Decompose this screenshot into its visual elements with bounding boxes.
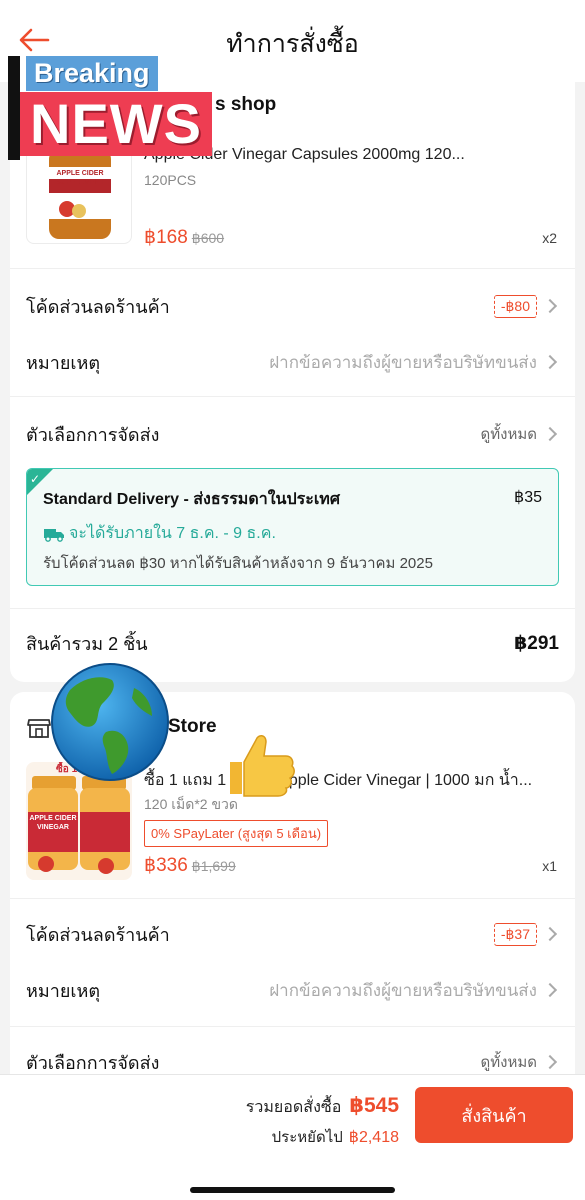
order-total-row: รวมยอดสั่งซื้อ ฿545 bbox=[246, 1093, 399, 1120]
product-quantity: x2 bbox=[542, 230, 557, 246]
shipping-label: ตัวเลือกการจัดส่ง bbox=[26, 424, 160, 445]
delivery-eta: จะได้รับภายใน 7 ธ.ค. - 9 ธ.ค. bbox=[43, 521, 276, 546]
product-image-label: APPLE CIDER SUPPLEMENT bbox=[56, 170, 104, 186]
voucher-badge: -฿80 bbox=[493, 294, 537, 318]
shop-voucher-row[interactable]: โค้ดส่วนลดร้านค้า -฿80 bbox=[26, 280, 559, 332]
thumbs-up-sticker bbox=[230, 735, 295, 797]
chevron-right-icon bbox=[542, 426, 558, 442]
product-name[interactable]: ซื้อ 1 แถม 1 Apple Cider Vinegar | 1000 ม… bbox=[144, 768, 557, 793]
shipping-option-row[interactable]: ตัวเลือกการจัดส่ง ดูทั้งหมด bbox=[26, 408, 559, 460]
shop-name: s shop bbox=[215, 94, 277, 115]
globe-sticker bbox=[51, 663, 169, 781]
savings-value: ฿2,418 bbox=[348, 1129, 399, 1146]
product-price: ฿336 bbox=[144, 855, 188, 876]
chevron-right-icon bbox=[542, 1054, 558, 1070]
product-old-price: ฿600 bbox=[191, 230, 225, 246]
delivery-option-card[interactable]: ✓ Standard Delivery - ส่งธรรมดาในประเทศ … bbox=[26, 468, 559, 586]
delivery-method: Standard Delivery - ส่งธรรมดาในประเทศ bbox=[43, 491, 340, 508]
subtotal-value: ฿291 bbox=[514, 632, 559, 654]
sticker-bar bbox=[8, 56, 20, 160]
place-order-button[interactable]: สั่งสินค้า bbox=[415, 1087, 573, 1143]
truck-icon bbox=[44, 528, 64, 542]
chevron-right-icon bbox=[542, 926, 558, 942]
order-total-label: รวมยอดสั่งซื้อ bbox=[245, 1099, 342, 1116]
shipping-label: ตัวเลือกการจัดส่ง bbox=[26, 1052, 160, 1073]
shipping-see-all: ดูทั้งหมด bbox=[480, 426, 537, 443]
chevron-right-icon bbox=[542, 982, 558, 998]
order-total-value: ฿545 bbox=[349, 1094, 399, 1117]
divider bbox=[10, 898, 575, 899]
spaylater-badge: 0% SPayLater (สูงสุด 5 เดือน) bbox=[144, 820, 329, 847]
home-indicator bbox=[190, 1187, 395, 1193]
breaking-news-sticker: Breaking NEWS bbox=[8, 56, 218, 164]
shop-voucher-label: โค้ดส่วนลดร้านค้า bbox=[26, 924, 170, 945]
chevron-right-icon bbox=[542, 298, 558, 314]
product-price-row: ฿168 ฿600 bbox=[144, 226, 224, 249]
delivery-fee: ฿35 bbox=[514, 489, 542, 506]
divider bbox=[10, 608, 575, 609]
divider bbox=[10, 1026, 575, 1027]
shop-voucher-label: โค้ดส่วนลดร้านค้า bbox=[26, 296, 170, 317]
product-price: ฿168 bbox=[144, 227, 188, 248]
note-placeholder: ฝากข้อความถึงผู้ขายหรือบริษัทขนส่ง bbox=[269, 352, 537, 372]
product-old-price: ฿1,699 bbox=[191, 858, 236, 874]
note-placeholder: ฝากข้อความถึงผู้ขายหรือบริษัทขนส่ง bbox=[269, 980, 537, 1000]
breaking-label: Breaking bbox=[26, 56, 158, 91]
shop-name: Store bbox=[168, 716, 217, 737]
shipping-see-all: ดูทั้งหมด bbox=[480, 1054, 537, 1071]
product-variation: 120PCS bbox=[144, 172, 197, 188]
note-label: หมายเหตุ bbox=[26, 352, 101, 373]
product-image-label: APPLE CIDER VINEGAR bbox=[29, 815, 77, 831]
note-label: หมายเหตุ bbox=[26, 980, 101, 1001]
subtotal-label: สินค้ารวม 2 ชิ้น bbox=[26, 633, 148, 654]
product-quantity: x1 bbox=[542, 858, 557, 874]
delivery-guarantee-note: รับโค้ดส่วนลด ฿30 หากได้รับสินค้าหลังจาก… bbox=[43, 555, 433, 572]
checkout-bar: รวมยอดสั่งซื้อ ฿545 ประหยัดไป ฿2,418 สั่… bbox=[0, 1074, 585, 1200]
note-row[interactable]: หมายเหตุ ฝากข้อความถึงผู้ขายหรือบริษัทขน… bbox=[26, 336, 559, 388]
chevron-right-icon bbox=[542, 354, 558, 370]
note-row[interactable]: หมายเหตุ ฝากข้อความถึงผู้ขายหรือบริษัทขน… bbox=[26, 964, 559, 1016]
voucher-badge: -฿37 bbox=[493, 922, 537, 946]
divider bbox=[10, 396, 575, 397]
check-mark: ✓ bbox=[30, 472, 41, 486]
product-price-row: ฿336 ฿1,699 bbox=[144, 854, 236, 877]
divider bbox=[10, 268, 575, 269]
savings-row: ประหยัดไป ฿2,418 bbox=[272, 1125, 399, 1149]
shop-header[interactable]: s shop bbox=[215, 80, 276, 130]
news-label: NEWS bbox=[20, 92, 212, 156]
savings-label: ประหยัดไป bbox=[271, 1129, 343, 1146]
shop-voucher-row[interactable]: โค้ดส่วนลดร้านค้า -฿37 bbox=[26, 908, 559, 960]
